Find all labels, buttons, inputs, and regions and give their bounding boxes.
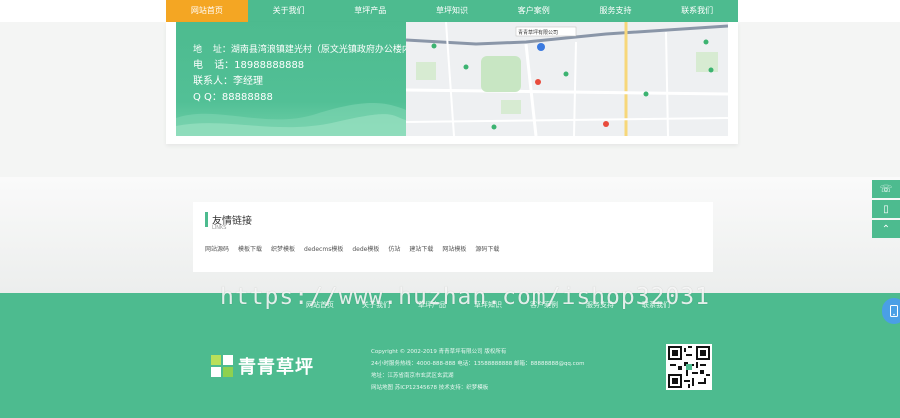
mobile-icon[interactable]: ▯ [872,200,900,218]
phone-line: 电 话：18988888888 [193,56,304,71]
link-item[interactable]: dede模板 [352,244,379,253]
phone-float-icon[interactable] [882,298,900,324]
links-row: 网站源码 模板下载 织梦模板 dedecms模板 dede模板 仿站 建站下载 … [205,244,499,253]
contact-person: 联系人：李经理 [193,76,263,87]
nav-item-contact[interactable]: 联系我们 [656,0,738,22]
hotline: 24小时服务热线：4000-888-888 电话：13588888888 邮箱：… [371,361,585,367]
nav-bar: 网站首页 关于我们 草坪产品 草坪知识 客户案例 服务支持 联系我们 [166,0,738,22]
link-item[interactable]: 模板下载 [238,244,262,253]
links-subtitle: LINKS [212,225,227,231]
link-item[interactable]: 源码下载 [475,244,499,253]
qr-code [666,344,712,390]
wave-decoration [176,103,406,136]
footer-address: 地址：江苏省南京市玄武区玄武湖 [371,373,454,379]
contact-card: 地 址：湖南县湾浪镇建光村（原文光镇政府办公楼内） 电 话：1898888888… [166,22,738,144]
back-to-top-icon[interactable]: ⌃ [872,220,900,238]
address-value: 址：湖南县湾浪镇建光村（原文光镇政府办公楼内） [212,45,406,55]
side-toolbar: ☏ ▯ ⌃ [872,180,900,240]
nav-item-about[interactable]: 关于我们 [248,0,330,22]
link-item[interactable]: dedecms模板 [304,244,343,253]
phone-label: 电 [193,60,203,71]
link-item[interactable]: 仿站 [388,244,400,253]
nav-item-knowledge[interactable]: 草坪知识 [411,0,493,22]
logo-mark-icon [211,355,233,377]
logo-text: 青青草坪 [238,357,314,378]
top-nav: 网站首页 关于我们 草坪产品 草坪知识 客户案例 服务支持 联系我们 [0,0,900,22]
headset-icon[interactable]: ☏ [872,180,900,198]
address-label: 地 [193,45,203,55]
link-item[interactable]: 织梦模板 [271,244,295,253]
nav-item-cases[interactable]: 客户案例 [493,0,575,22]
footer-logo[interactable]: 青青草坪 [211,353,314,379]
location-map[interactable]: 青青草坪有限公司 [406,22,728,136]
address-line: 地 址：湖南县湾浪镇建光村（原文光镇政府办公楼内） [193,42,406,55]
nav-item-products[interactable]: 草坪产品 [329,0,411,22]
icp-info[interactable]: 网站地图 苏ICP12345678 技术支持：织梦模板 [371,382,584,394]
nav-item-home[interactable]: 网站首页 [166,0,248,22]
copyright: Copyright © 2002-2019 青青草坪有限公司 版权所有 [371,349,507,355]
link-item[interactable]: 网站源码 [205,244,229,253]
friend-links: 友情链接 LINKS 网站源码 模板下载 织梦模板 dedecms模板 dede… [193,202,713,272]
link-item[interactable]: 建站下载 [409,244,433,253]
link-item[interactable]: 网站模板 [442,244,466,253]
phone-value: 话：18988888888 [214,60,305,71]
map-graphic: 青青草坪有限公司 [406,22,728,136]
watermark: https://www.huzhan.com/ishop32031 [220,284,710,310]
map-poi-label: 青青草坪有限公司 [518,29,558,36]
contact-info-panel: 地 址：湖南县湾浪镇建光村（原文光镇政府办公楼内） 电 话：1898888888… [176,22,406,136]
nav-item-service[interactable]: 服务支持 [575,0,657,22]
footer-info: Copyright © 2002-2019 青青草坪有限公司 版权所有 24小时… [371,346,584,394]
